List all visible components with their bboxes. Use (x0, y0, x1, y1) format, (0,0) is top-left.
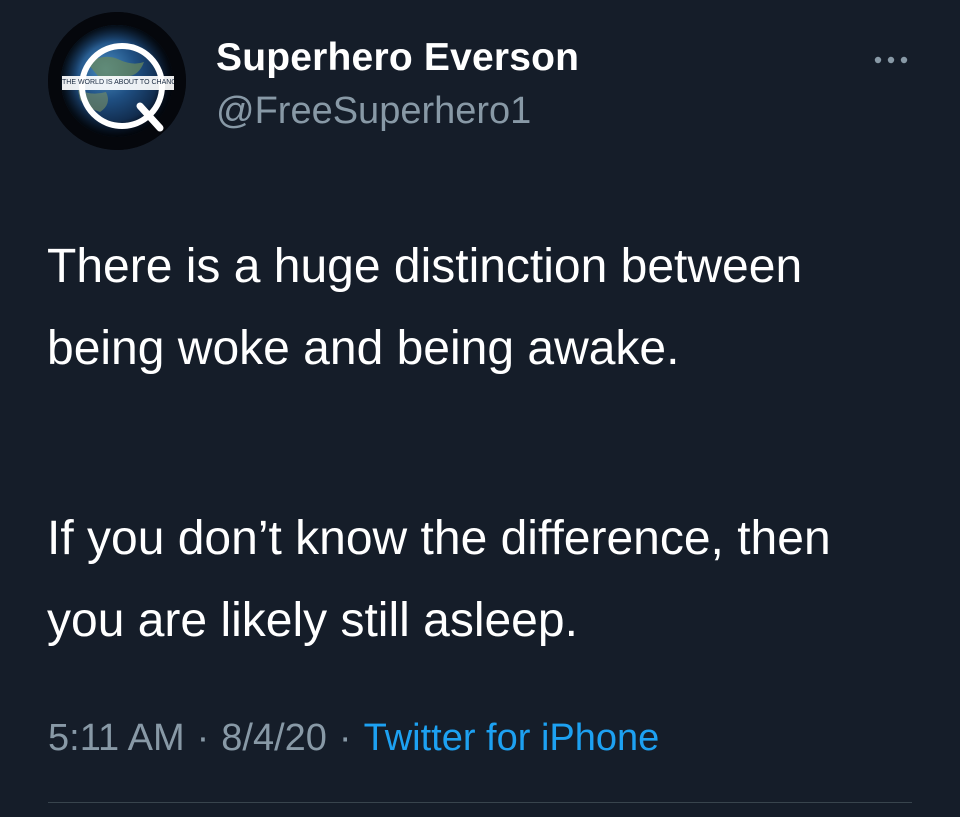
user-handle[interactable]: @FreeSuperhero1 (216, 90, 531, 133)
display-name[interactable]: Superhero Everson (216, 36, 579, 80)
more-horizontal-icon (874, 56, 908, 64)
avatar[interactable]: THE WORLD IS ABOUT TO CHANGE (48, 12, 186, 150)
separator-dot: · (196, 717, 210, 759)
tweet-card: THE WORLD IS ABOUT TO CHANGE Superhero E… (0, 0, 960, 817)
tweet-text-paragraph: There is a huge distinction between bein… (47, 240, 803, 375)
tweet-source-link[interactable]: Twitter for iPhone (364, 717, 660, 759)
avatar-badge-text: THE WORLD IS ABOUT TO CHANGE (62, 79, 174, 86)
tweet-time[interactable]: 5:11 AM (48, 717, 185, 759)
tweet-metadata: 5:11 AM · 8/4/20 · Twitter for iPhone (48, 717, 659, 760)
divider (48, 802, 912, 803)
more-options-button[interactable] (870, 48, 914, 72)
tweet-text-paragraph: If you don’t know the difference, then y… (47, 512, 831, 647)
tweet-date[interactable]: 8/4/20 (221, 717, 327, 759)
separator-dot: · (338, 717, 352, 759)
